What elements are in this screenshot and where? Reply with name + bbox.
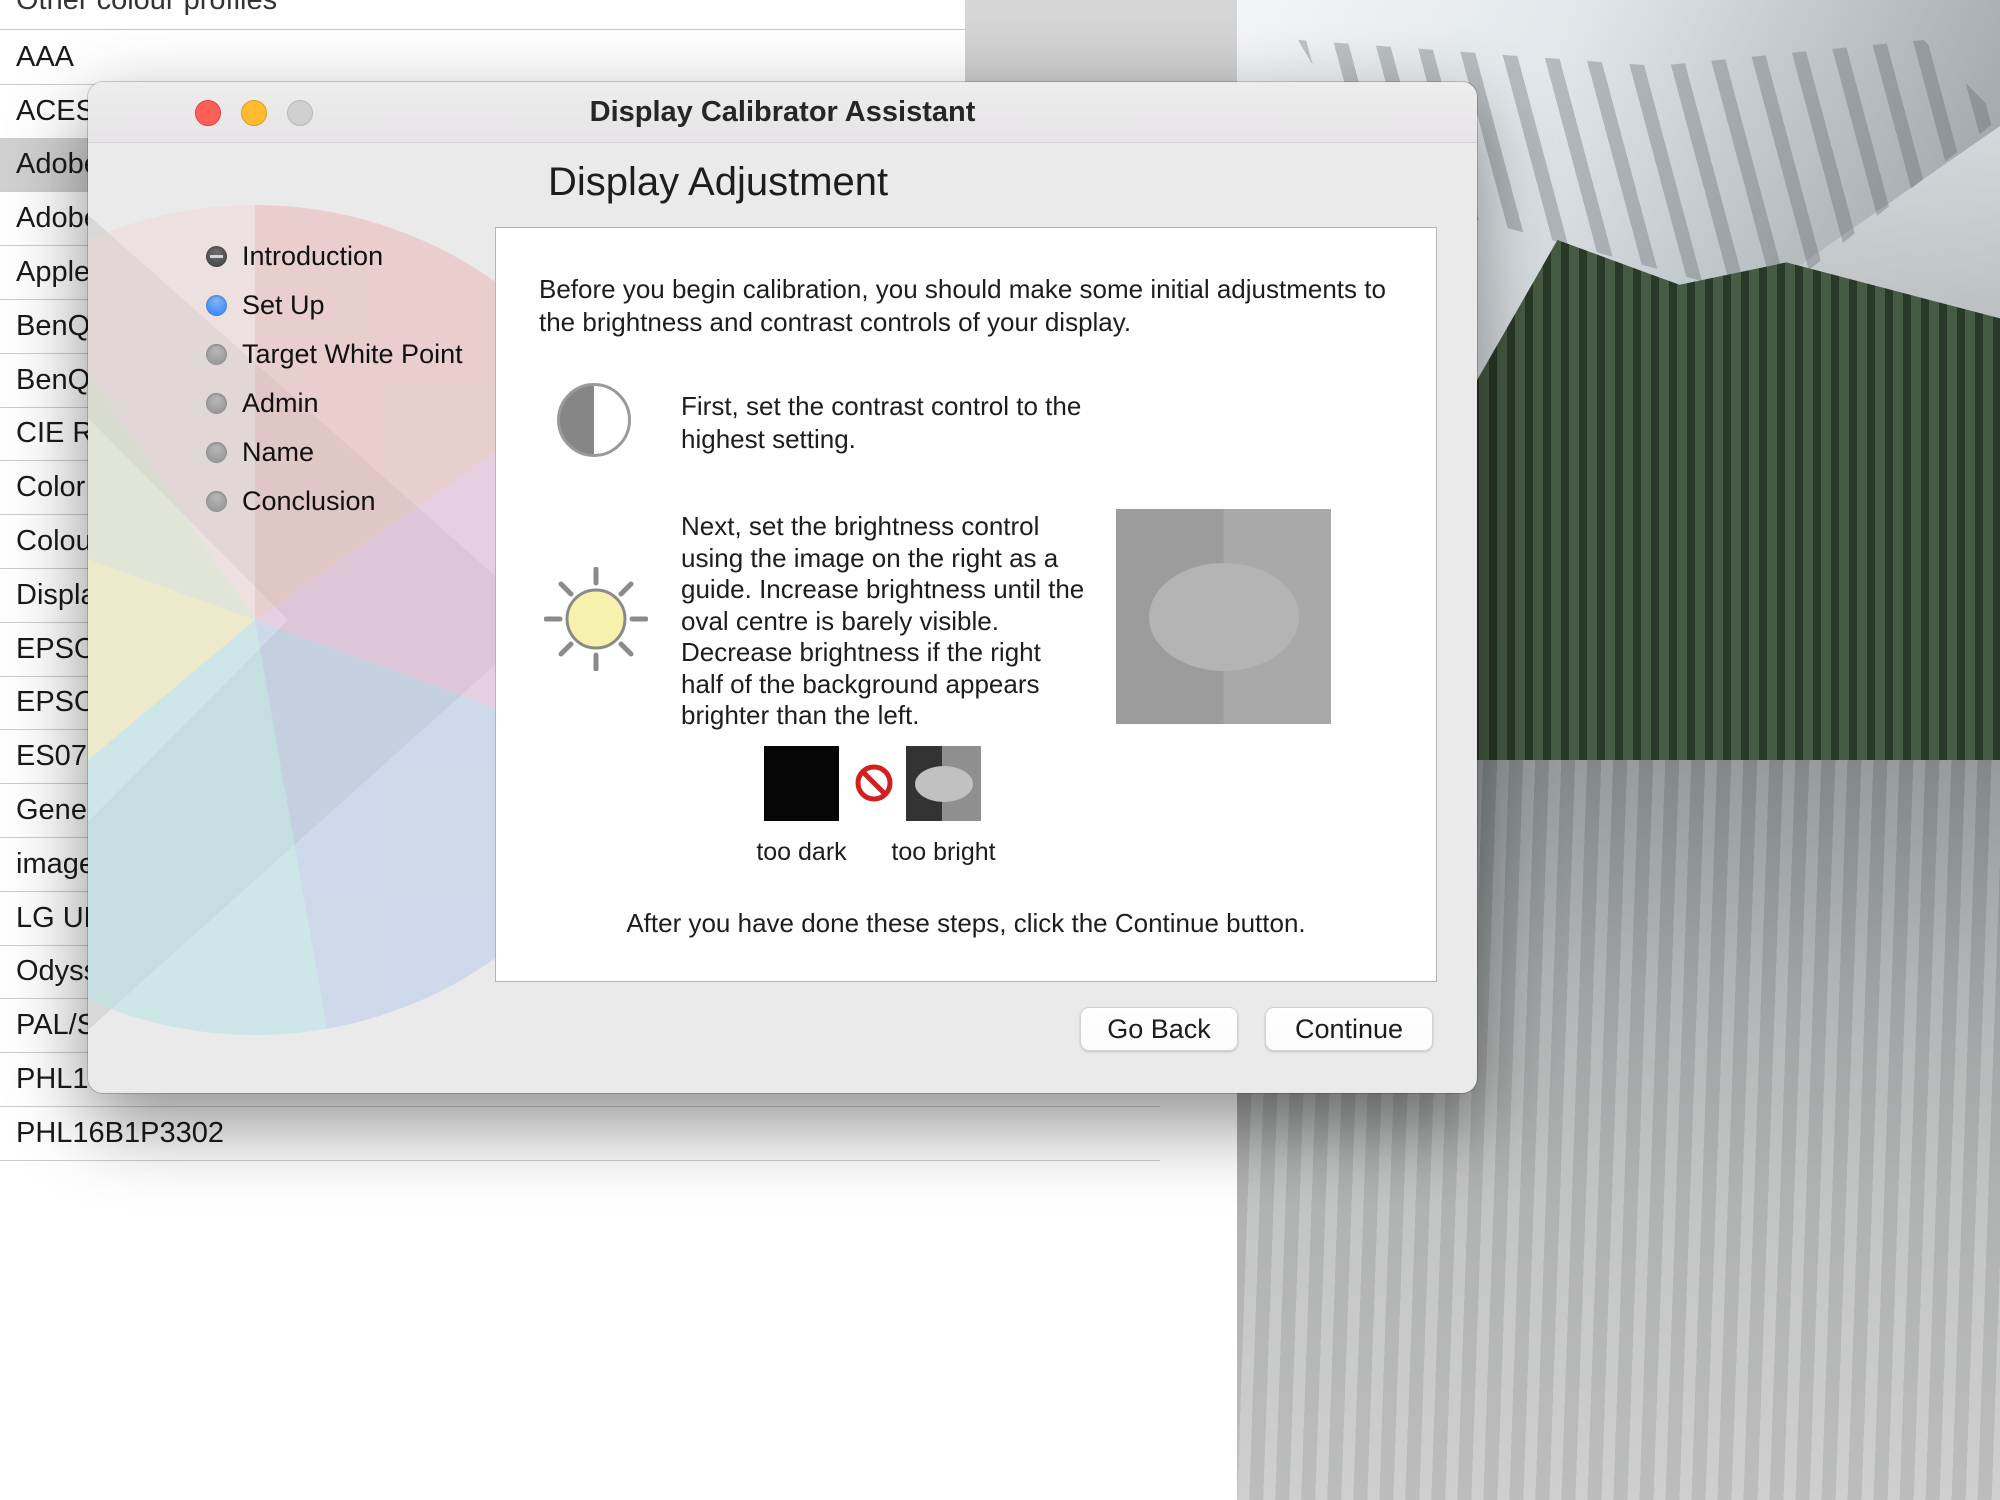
profile-label: Apple <box>16 256 90 289</box>
profile-label: ACES <box>16 95 95 128</box>
brightness-examples: too dark too bright <box>496 746 1436 896</box>
step-label: Conclusion <box>242 486 376 517</box>
step-label: Set Up <box>242 290 325 321</box>
profile-label: CIE R <box>16 417 93 450</box>
step-label: Name <box>242 437 314 468</box>
step-item: Name <box>206 428 463 477</box>
profile-label: PAL/S <box>16 1009 96 1042</box>
page-title: Display Adjustment <box>548 160 888 205</box>
test-image-oval <box>1149 563 1299 671</box>
profile-label: Gener <box>16 794 97 827</box>
profile-label: Color <box>16 471 85 504</box>
minimize-button[interactable] <box>241 100 267 126</box>
step-label: Introduction <box>242 241 383 272</box>
profile-label: image <box>16 848 95 881</box>
step-bullet-icon <box>206 442 227 463</box>
profile-row[interactable]: PHL16B1P3302 <box>0 1107 1160 1161</box>
prohibited-icon <box>854 763 894 803</box>
steps-list: Introduction Set Up Target White Point Admi… <box>206 232 463 526</box>
step-bullet-icon <box>206 344 227 365</box>
contrast-instruction: First, set the contrast control to the h… <box>681 390 1091 456</box>
step-bullet-icon <box>206 295 227 316</box>
step-label: Target White Point <box>242 339 463 370</box>
step-bullet-icon <box>206 246 227 267</box>
content-panel: Before you begin calibration, you should… <box>495 227 1437 982</box>
screen: Other colour profiles AAAACESAdobeAdobeA… <box>0 0 2000 1500</box>
brightness-instruction: Next, set the brightness control using t… <box>681 511 1086 732</box>
profile-label: Colou <box>16 525 92 558</box>
step-item: Introduction <box>206 232 463 281</box>
continue-button[interactable]: Continue <box>1265 1007 1433 1051</box>
go-back-button[interactable]: Go Back <box>1080 1007 1238 1051</box>
zoom-button[interactable] <box>287 100 313 126</box>
close-button[interactable] <box>195 100 221 126</box>
brightness-sun-icon <box>544 567 648 671</box>
footer-instruction: After you have done these steps, click t… <box>496 908 1436 939</box>
traffic-lights <box>195 100 313 126</box>
step-item: Admin <box>206 379 463 428</box>
step-item: Set Up <box>206 281 463 330</box>
profile-label: BenQ <box>16 310 90 343</box>
profile-label: EPSO <box>16 633 97 666</box>
step-item: Conclusion <box>206 477 463 526</box>
step-label: Admin <box>242 388 319 419</box>
step-item: Target White Point <box>206 330 463 379</box>
too-bright-label: too bright <box>856 838 1031 867</box>
profile-label: Displa <box>16 579 97 612</box>
too-bright-image <box>906 746 981 821</box>
titlebar: Display Calibrator Assistant <box>88 82 1477 143</box>
too-dark-image <box>764 746 839 821</box>
brightness-test-image <box>1116 509 1331 724</box>
too-bright-oval <box>915 766 973 802</box>
step-bullet-icon <box>206 491 227 512</box>
intro-text: Before you begin calibration, you should… <box>539 273 1399 339</box>
profiles-section-header: Other colour profiles <box>16 0 277 17</box>
profile-label: Odyss <box>16 955 98 988</box>
contrast-icon <box>557 383 631 457</box>
profile-label: AAA <box>16 41 74 74</box>
step-bullet-icon <box>206 393 227 414</box>
profile-label: PHL16B1P3302 <box>16 1117 224 1150</box>
profile-label: EPSO <box>16 686 97 719</box>
profile-label: BenQ <box>16 364 90 397</box>
display-calibrator-window: Display Calibrator Assistant Display Adj… <box>88 82 1477 1093</box>
profile-label: ES07 <box>16 740 87 773</box>
